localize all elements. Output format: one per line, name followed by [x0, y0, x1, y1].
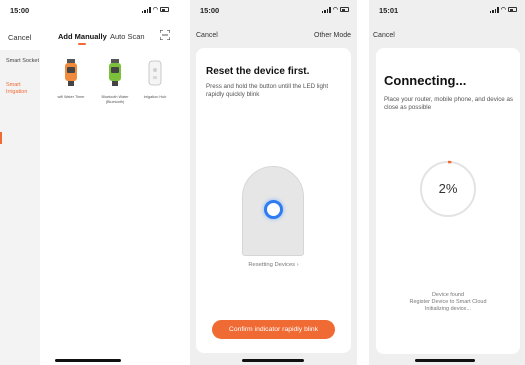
page-title: Reset the device first.	[206, 66, 310, 77]
step-device-found: Device found	[431, 292, 465, 298]
product-label: Bluetooth Water (Bluetooth)	[101, 95, 129, 104]
led-button-icon	[264, 200, 283, 219]
irrigation-hub-icon	[148, 60, 162, 86]
status-bar: 15:00 ◠	[0, 6, 177, 18]
wifi-icon: ◠	[500, 7, 506, 13]
water-timer-wifi-icon	[65, 59, 77, 86]
cancel-button[interactable]: Cancel	[196, 32, 218, 39]
sidebar-item-smart-irrigation[interactable]: Smart Irrigation	[6, 82, 40, 95]
cancel-button[interactable]: Cancel	[373, 32, 395, 39]
cancel-button[interactable]: Cancel	[8, 33, 31, 42]
scan-icon[interactable]	[160, 30, 170, 40]
product-irrigation-hub[interactable]: Irrigation Hub	[140, 58, 170, 100]
phone-add-device: 15:00 ◠ Cancel Add Manually Auto Scan Sm…	[0, 0, 177, 365]
confirm-blink-button[interactable]: Confirm indicator rapidly blink	[212, 320, 335, 339]
other-mode-button[interactable]: Other Mode	[314, 32, 351, 39]
signal-icon	[489, 6, 499, 13]
active-tab-indicator	[78, 43, 86, 45]
step-initializing: Initializing device...	[424, 306, 472, 312]
connecting-card: Connecting... Place your router, mobile …	[376, 48, 520, 354]
phone-connecting: 15:01 ◠ Cancel Connecting... Place your …	[369, 0, 525, 365]
resetting-devices-link[interactable]: Resetting Devices ›	[196, 262, 351, 268]
product-label: wifi Water Timer	[57, 95, 85, 99]
battery-icon	[508, 7, 517, 12]
category-sidebar: Smart Socket Smart Irrigation	[0, 50, 40, 365]
signal-icon	[141, 6, 151, 13]
product-bluetooth-water-timer[interactable]: Bluetooth Water (Bluetooth)	[100, 58, 130, 104]
home-indicator	[415, 359, 475, 362]
status-bar: 15:00 ◠	[190, 6, 357, 18]
signal-icon	[321, 6, 331, 13]
product-label: Irrigation Hub	[143, 95, 167, 99]
home-indicator	[55, 359, 121, 362]
progress-percent: 2%	[438, 181, 458, 196]
water-timer-bluetooth-icon	[109, 59, 121, 86]
wifi-icon: ◠	[332, 7, 338, 13]
instruction-text: Press and hold the button untill the LED…	[206, 83, 329, 98]
connection-steps: Device found Register Device to Smart Cl…	[376, 292, 520, 313]
battery-icon	[340, 7, 349, 12]
device-illustration	[242, 166, 304, 256]
product-wifi-water-timer[interactable]: wifi Water Timer	[56, 58, 86, 100]
reset-instruction-card: Reset the device first. Press and hold t…	[196, 48, 351, 353]
step-register-cloud: Register Device to Smart Cloud	[409, 299, 487, 305]
wifi-icon: ◠	[152, 7, 158, 13]
status-time: 15:00	[10, 6, 30, 15]
sidebar-item-smart-socket[interactable]: Smart Socket	[6, 58, 39, 65]
status-time: 15:00	[200, 6, 220, 15]
status-time: 15:01	[379, 6, 399, 15]
tab-add-manually[interactable]: Add Manually	[58, 32, 107, 41]
phone-reset-device: 15:00 ◠ Cancel Other Mode Reset the devi…	[190, 0, 357, 365]
status-bar: 15:01 ◠	[369, 6, 525, 18]
page-title: Connecting...	[384, 73, 467, 88]
connecting-hint: Place your router, mobile phone, and dev…	[384, 96, 513, 111]
battery-icon	[160, 7, 169, 12]
sidebar-active-marker	[0, 132, 2, 144]
tab-auto-scan[interactable]: Auto Scan	[110, 32, 145, 41]
home-indicator	[242, 359, 304, 362]
